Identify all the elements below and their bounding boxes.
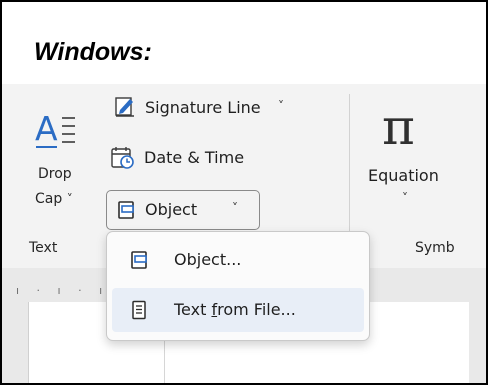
screenshot-frame: Windows: ı · ı · ı A Drop Cap ˅ Signatur… (0, 0, 488, 385)
group-label-text: Text (29, 240, 58, 256)
drop-cap-label[interactable]: Drop (38, 166, 72, 182)
date-time-label[interactable]: Date & Time (144, 148, 244, 167)
equation-pi-icon[interactable]: π (382, 102, 415, 152)
drop-cap-label-2[interactable]: Cap ˅ (35, 191, 73, 207)
chevron-down-icon[interactable]: ˅ (402, 191, 408, 205)
svg-text:A: A (35, 110, 58, 148)
chevron-down-icon: ˅ (66, 192, 73, 206)
object-dropdown-menu: Object... Text from File... (106, 231, 370, 341)
menu-item-label: Object... (174, 250, 242, 269)
menu-item-text-from-file[interactable]: Text from File... (112, 288, 364, 332)
drop-cap-label-cap: Cap (35, 191, 63, 207)
ruler-ticks: ı · ı · ı (16, 284, 110, 297)
drop-cap-icon[interactable]: A (35, 110, 77, 150)
object-icon (118, 201, 134, 219)
text-file-icon (132, 300, 146, 320)
menu-item-object[interactable]: Object... (112, 238, 364, 282)
group-label-symbols: Symb (415, 240, 455, 256)
object-icon (131, 251, 147, 269)
equation-label[interactable]: Equation (368, 166, 439, 185)
menu-item-label-post: rom File... (217, 300, 296, 319)
object-button[interactable]: Object ˅ (106, 190, 260, 230)
signature-line-label[interactable]: Signature Line (145, 98, 261, 117)
menu-item-label-pre: Text (174, 300, 212, 319)
calendar-clock-icon[interactable] (110, 145, 136, 171)
chevron-down-icon: ˅ (232, 201, 238, 215)
group-divider (349, 94, 350, 234)
page-heading: Windows: (34, 38, 152, 66)
signature-line-icon[interactable] (114, 95, 136, 117)
chevron-down-icon[interactable]: ˅ (278, 99, 284, 113)
object-button-label: Object (145, 200, 198, 219)
menu-item-label: Text from File... (174, 300, 296, 319)
